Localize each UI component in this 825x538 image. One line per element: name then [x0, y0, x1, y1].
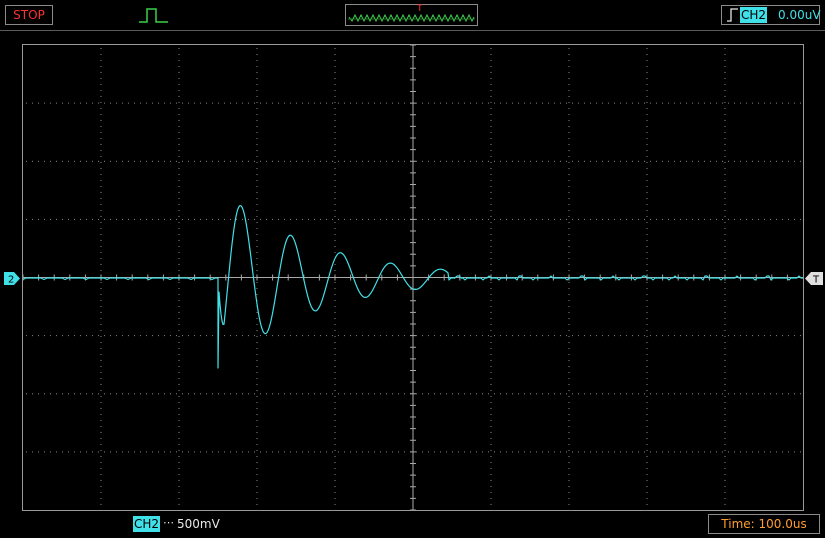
- channel-2-marker-label: 2: [8, 275, 14, 286]
- trigger-source-badge: CH2: [740, 7, 768, 23]
- rising-edge-icon: [727, 8, 738, 22]
- channel-scale-badge: CH2: [133, 516, 161, 532]
- header-divider: [0, 30, 825, 31]
- run-state-button[interactable]: STOP: [5, 5, 53, 25]
- trigger-level-marker[interactable]: T: [805, 272, 823, 285]
- trigger-level-marker-label: T: [812, 275, 820, 286]
- trigger-source-panel[interactable]: CH2 0.00uV: [721, 5, 821, 25]
- trigger-level-value: 0.00uV: [778, 8, 821, 22]
- timebase-readout[interactable]: Time: 100.0us: [708, 514, 820, 534]
- waveform-display[interactable]: [22, 44, 804, 511]
- channel-2-marker[interactable]: 2: [4, 272, 20, 285]
- waveform-overview-icon: [348, 13, 475, 23]
- trigger-position-marker: T: [417, 4, 423, 14]
- channel-2-trace: [23, 205, 803, 369]
- trigger-position-overview[interactable]: T: [345, 4, 478, 26]
- channel-scale-value: 500mV: [177, 517, 220, 531]
- trigger-pulse-icon[interactable]: [138, 6, 170, 24]
- coupling-icon: ⋯: [163, 516, 174, 529]
